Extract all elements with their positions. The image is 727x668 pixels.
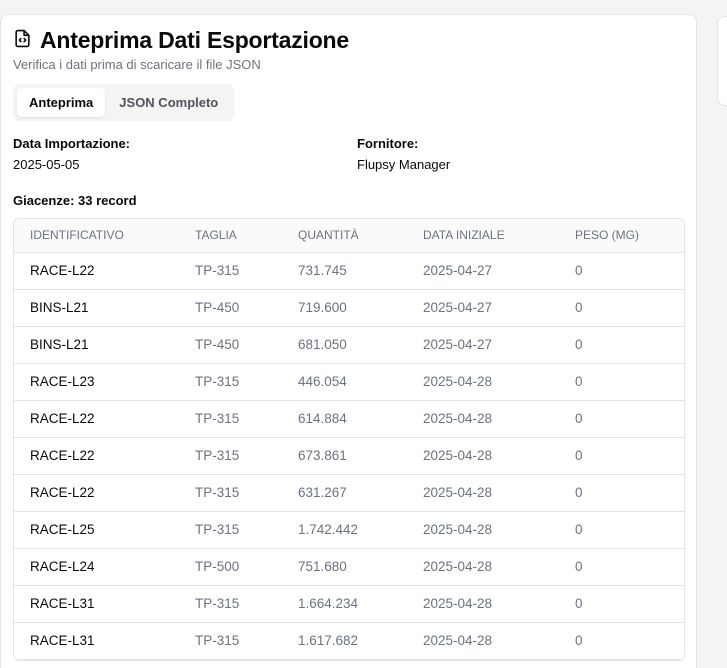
- column-header: TAGLIA: [179, 219, 282, 253]
- table-cell: 2025-04-28: [407, 363, 559, 401]
- table-cell: 0: [559, 585, 684, 623]
- table-cell: 2025-04-28: [407, 474, 559, 512]
- table-cell: RACE-L22: [14, 437, 179, 475]
- import-date: Data Importazione: 2025-05-05: [13, 136, 357, 172]
- table-row: RACE-L24 TP-500 751.680 2025-04-28 0: [14, 548, 684, 586]
- table-cell: 0: [559, 437, 684, 475]
- table-row: RACE-L22 TP-315 673.861 2025-04-28 0: [14, 437, 684, 475]
- table-cell: 2025-04-28: [407, 548, 559, 586]
- table-cell: 2025-04-27: [407, 289, 559, 327]
- table-cell: TP-315: [179, 585, 282, 623]
- giacenze-table: IDENTIFICATIVO TAGLIA QUANTITÀ DATA INIZ…: [13, 218, 685, 661]
- table-cell: RACE-L24: [14, 548, 179, 586]
- table-cell: 1.742.442: [282, 511, 407, 549]
- table-cell: 614.884: [282, 400, 407, 438]
- side-panel-edge: [717, 16, 727, 106]
- tab-json-completo[interactable]: JSON Completo: [107, 88, 230, 117]
- page-title: Anteprima Dati Esportazione: [40, 27, 349, 53]
- export-meta: Data Importazione: 2025-05-05 Fornitore:…: [13, 136, 684, 172]
- table-cell: RACE-L25: [14, 511, 179, 549]
- table-cell: TP-315: [179, 511, 282, 549]
- table-cell: 719.600: [282, 289, 407, 327]
- table-cell: TP-315: [179, 474, 282, 512]
- table-cell: 1.617.682: [282, 622, 407, 660]
- table-row: RACE-L31 TP-315 1.617.682 2025-04-28 0: [14, 622, 684, 660]
- table-cell: RACE-L22: [14, 252, 179, 290]
- table-cell: 0: [559, 326, 684, 364]
- table-cell: 731.745: [282, 252, 407, 290]
- table-cell: RACE-L31: [14, 622, 179, 660]
- table-row: RACE-L31 TP-315 1.664.234 2025-04-28 0: [14, 585, 684, 623]
- table-row: RACE-L22 TP-315 631.267 2025-04-28 0: [14, 474, 684, 512]
- table-cell: TP-315: [179, 400, 282, 438]
- record-count: Giacenze: 33 record: [13, 193, 137, 208]
- supplier-value: Flupsy Manager: [357, 157, 451, 172]
- export-preview-card: Anteprima Dati Esportazione Verifica i d…: [0, 14, 697, 668]
- table-row: BINS-L21 TP-450 719.600 2025-04-27 0: [14, 289, 684, 327]
- table-cell: 0: [559, 474, 684, 512]
- column-header: PESO (MG): [559, 219, 684, 253]
- import-date-value: 2025-05-05: [13, 157, 80, 172]
- table-cell: 0: [559, 400, 684, 438]
- table-cell: BINS-L21: [14, 289, 179, 327]
- table-cell: BINS-L21: [14, 326, 179, 364]
- table-cell: TP-315: [179, 363, 282, 401]
- table-header-row: IDENTIFICATIVO TAGLIA QUANTITÀ DATA INIZ…: [14, 219, 684, 253]
- file-code-icon: [13, 29, 32, 53]
- table-cell: 2025-04-28: [407, 511, 559, 549]
- table-cell: TP-315: [179, 437, 282, 475]
- table-cell: 0: [559, 511, 684, 549]
- table-cell: 2025-04-27: [407, 326, 559, 364]
- table-cell: RACE-L22: [14, 400, 179, 438]
- column-header: DATA INIZIALE: [407, 219, 559, 253]
- table-cell: 751.680: [282, 548, 407, 586]
- table-cell: 673.861: [282, 437, 407, 475]
- column-header: IDENTIFICATIVO: [14, 219, 179, 253]
- header: Anteprima Dati Esportazione: [13, 27, 684, 54]
- table-cell: 0: [559, 252, 684, 290]
- table-cell: 446.054: [282, 363, 407, 401]
- table-row: RACE-L22 TP-315 731.745 2025-04-27 0: [14, 252, 684, 290]
- table-cell: 2025-04-28: [407, 585, 559, 623]
- table-cell: RACE-L23: [14, 363, 179, 401]
- page-subtitle: Verifica i dati prima di scaricare il fi…: [13, 57, 261, 72]
- table-cell: RACE-L31: [14, 585, 179, 623]
- table-row: RACE-L25 TP-315 1.742.442 2025-04-28 0: [14, 511, 684, 549]
- table-cell: 2025-04-28: [407, 437, 559, 475]
- table-cell: 2025-04-28: [407, 400, 559, 438]
- table-cell: TP-315: [179, 252, 282, 290]
- table-cell: TP-450: [179, 326, 282, 364]
- tab-list: Anteprima JSON Completo: [13, 84, 235, 121]
- table-cell: TP-500: [179, 548, 282, 586]
- table-cell: 0: [559, 289, 684, 327]
- table-cell: 2025-04-28: [407, 622, 559, 660]
- table-cell: 1.664.234: [282, 585, 407, 623]
- import-date-label: Data Importazione:: [13, 136, 131, 151]
- tab-anteprima[interactable]: Anteprima: [17, 88, 106, 117]
- table-cell: 0: [559, 548, 684, 586]
- table-cell: RACE-L22: [14, 474, 179, 512]
- table-cell: TP-450: [179, 289, 282, 327]
- table-row: RACE-L23 TP-315 446.054 2025-04-28 0: [14, 363, 684, 401]
- table-row: RACE-L22 TP-315 614.884 2025-04-28 0: [14, 400, 684, 438]
- table-row: BINS-L21 TP-450 681.050 2025-04-27 0: [14, 326, 684, 364]
- table-cell: 631.267: [282, 474, 407, 512]
- table-cell: TP-315: [179, 622, 282, 660]
- table-cell: 2025-04-27: [407, 252, 559, 290]
- table-cell: 0: [559, 363, 684, 401]
- table-cell: 0: [559, 622, 684, 660]
- column-header: QUANTITÀ: [282, 219, 407, 253]
- table-cell: 681.050: [282, 326, 407, 364]
- supplier-label: Fornitore:: [357, 136, 419, 151]
- supplier: Fornitore: Flupsy Manager: [357, 136, 684, 172]
